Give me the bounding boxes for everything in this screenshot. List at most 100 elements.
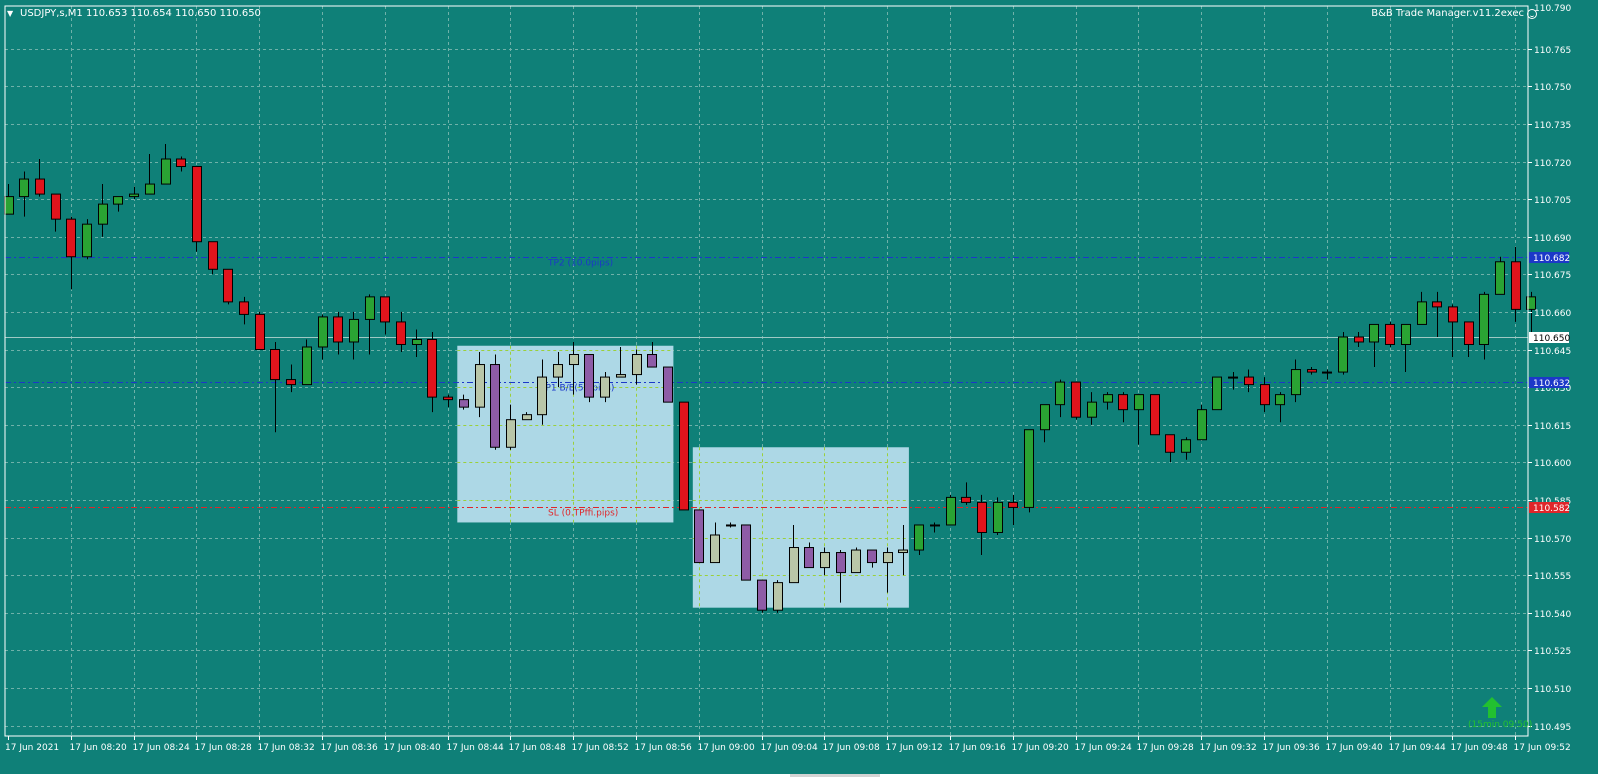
- candle: [1008, 494, 1018, 525]
- candle: [1228, 372, 1238, 390]
- candle: [993, 497, 1003, 535]
- candle-body: [98, 203, 108, 225]
- candle-body: [789, 547, 799, 584]
- candle-body: [804, 547, 814, 569]
- candle: [1291, 359, 1301, 403]
- x-tick-label: 17 Jun 09:32: [1200, 743, 1257, 753]
- candle-body: [993, 501, 1003, 533]
- chart-window[interactable]: TP2 (10.0pips) TP1 B/E(5.0pips) SL (0.TPff…: [0, 0, 1598, 777]
- candle-body: [1181, 439, 1191, 453]
- current-price-tag-text: 110.650: [1533, 334, 1570, 344]
- candle-body: [977, 501, 987, 533]
- candle-body: [1040, 404, 1050, 431]
- candle: [1307, 367, 1317, 375]
- candle-body: [255, 313, 265, 351]
- y-tick-label: 110.720: [1534, 159, 1571, 169]
- candle-body: [679, 401, 689, 511]
- x-tick-label: 17 Jun 08:44: [447, 743, 504, 753]
- candle-body: [270, 349, 280, 381]
- candle-body: [1275, 394, 1285, 406]
- candle-body: [475, 364, 485, 408]
- candle-body: [35, 178, 45, 195]
- x-tick-label: 17 Jun 08:32: [258, 743, 315, 753]
- x-tick-label: 17 Jun 08:56: [635, 743, 692, 753]
- y-tick-label: 110.735: [1534, 121, 1571, 131]
- y-tick-label: 110.750: [1534, 83, 1571, 93]
- candle: [1385, 321, 1395, 347]
- candle-body: [145, 183, 155, 195]
- x-tick-label: 17 Jun 08:28: [195, 743, 252, 753]
- candle: [255, 311, 265, 351]
- x-tick-label: 17 Jun 09:24: [1075, 743, 1132, 753]
- y-tick-label: 110.690: [1534, 234, 1571, 244]
- candle: [1464, 321, 1474, 358]
- axes-layer: 110.790 110.765 110.750 110.735 110.720 110.7…: [4, 4, 1571, 753]
- candle: [490, 354, 500, 450]
- candle-body: [1055, 381, 1065, 406]
- signal-label: (15min 09:50): [1468, 720, 1533, 730]
- candle-body: [930, 524, 940, 527]
- candle-body: [443, 396, 453, 401]
- x-tick-label: 17 Jun 08:24: [133, 743, 190, 753]
- candle-body: [1260, 384, 1270, 406]
- y-tick-label: 110.790: [1534, 4, 1571, 14]
- candle-body: [239, 301, 249, 315]
- candle-body: [113, 196, 123, 205]
- candle-body: [4, 196, 14, 215]
- candle: [914, 524, 924, 556]
- candle-body: [1103, 394, 1113, 403]
- candle: [977, 494, 987, 556]
- candle-body: [66, 218, 76, 258]
- candle: [192, 166, 202, 252]
- candle: [1087, 392, 1097, 425]
- candle-body: [1369, 323, 1379, 343]
- candle-body: [208, 241, 218, 270]
- candle: [1511, 246, 1521, 322]
- candle: [1417, 291, 1427, 325]
- x-tick-label: 17 Jun 2021: [5, 743, 59, 753]
- candle-body: [1087, 401, 1097, 418]
- candle: [773, 580, 783, 613]
- price-chart[interactable]: TP2 (10.0pips)TP1 B/E(5.0pips)SL (0.TPff…: [0, 0, 1598, 777]
- candle-body: [1322, 371, 1332, 374]
- y-tick-label: 110.645: [1534, 347, 1571, 357]
- candle-body: [1008, 501, 1018, 508]
- candle-body: [1307, 369, 1317, 373]
- x-tick-label: 17 Jun 08:40: [384, 743, 441, 753]
- candle-body: [757, 579, 767, 611]
- y-tick-label: 110.570: [1534, 535, 1571, 545]
- candle-body: [1150, 394, 1160, 436]
- candle-body: [318, 316, 328, 348]
- candle-body: [867, 549, 877, 564]
- candle-body: [286, 379, 296, 386]
- candle-body: [223, 268, 233, 303]
- x-tick-label: 17 Jun 09:40: [1326, 743, 1383, 753]
- candle-body: [569, 354, 579, 366]
- candle: [396, 311, 406, 353]
- candle-body: [1432, 301, 1442, 308]
- x-tick-label: 17 Jun 09:04: [761, 743, 818, 753]
- candle: [1495, 256, 1505, 295]
- candle-body: [380, 296, 390, 323]
- level-label-sl: SL (0.TPffi.pips): [548, 509, 618, 519]
- candle-body: [851, 549, 861, 574]
- candle: [1244, 369, 1254, 393]
- candle-body: [1354, 336, 1364, 343]
- candle-body: [600, 376, 610, 398]
- symbol-dropdown-icon[interactable]: ▼: [7, 9, 13, 18]
- symbol-info: USDJPY,s,M1 110.653 110.654 110.650 110.…: [20, 8, 261, 19]
- candle-body: [82, 223, 92, 258]
- candle: [1103, 392, 1113, 410]
- candle: [113, 196, 123, 212]
- candle: [365, 294, 375, 355]
- candle: [302, 339, 312, 386]
- candle-body: [883, 552, 893, 564]
- candle-body: [427, 338, 437, 398]
- candle-body: [1118, 394, 1128, 411]
- candle-body: [396, 321, 406, 345]
- y-tick-label: 110.765: [1534, 46, 1571, 56]
- candle-body: [412, 338, 422, 345]
- candle-body: [176, 158, 186, 168]
- candle: [1401, 323, 1411, 373]
- y-tick-label: 110.555: [1534, 572, 1571, 582]
